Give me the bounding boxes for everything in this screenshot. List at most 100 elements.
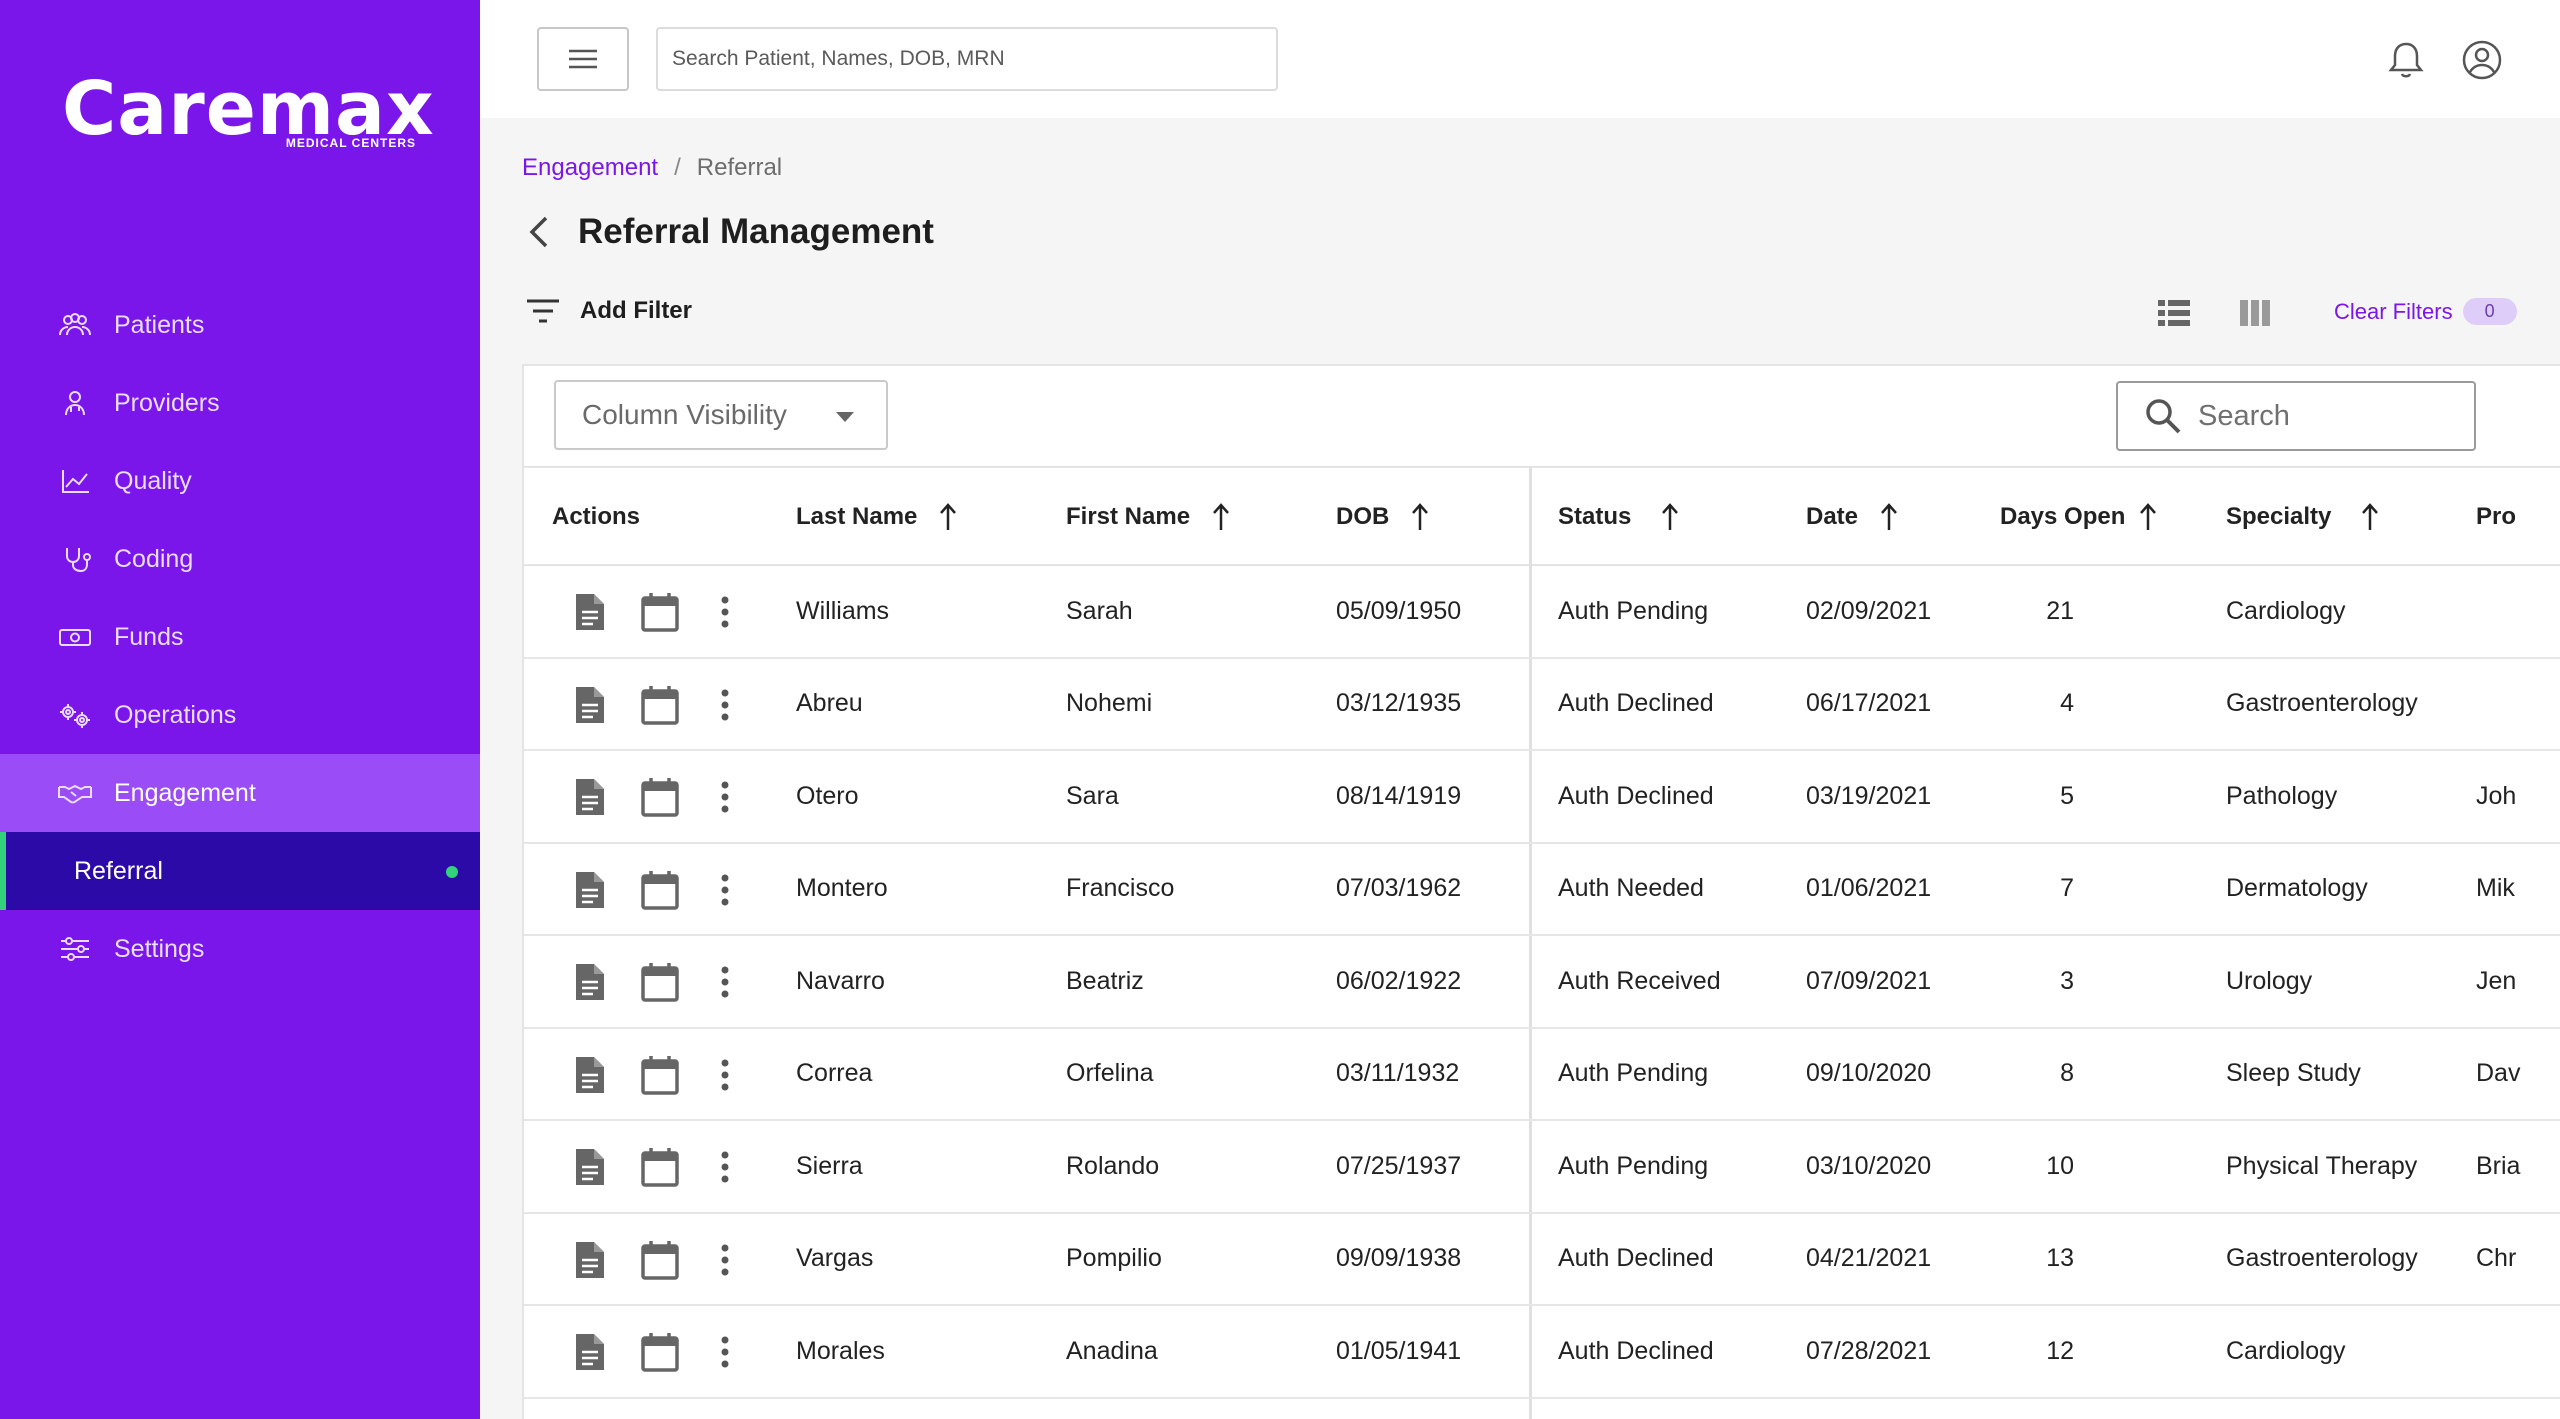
cell-status: Auth Received: [1558, 966, 1721, 995]
document-icon[interactable]: [572, 1240, 606, 1280]
document-icon[interactable]: [572, 685, 606, 725]
sort-ascending-icon[interactable]: [1661, 502, 1679, 532]
calendar-icon[interactable]: [640, 1055, 680, 1095]
cell-specialty: Gastroenterology: [2226, 689, 2418, 717]
gears-icon: [56, 700, 94, 730]
sidebar-item-patients[interactable]: Patients: [0, 286, 480, 364]
account-icon[interactable]: [2460, 38, 2504, 82]
active-indicator-dot: [446, 866, 458, 878]
table-row[interactable]: Correa Orfelina 03/11/1932 Auth Pending 09/1…: [524, 1029, 2560, 1121]
column-header-dob[interactable]: DOB: [1336, 468, 1429, 566]
cell-status: Auth Pending: [1558, 1059, 1709, 1087]
document-icon[interactable]: [572, 592, 606, 632]
column-header-first-name[interactable]: First Name: [1066, 468, 1230, 566]
table-search-input[interactable]: [2198, 399, 2438, 433]
cell-specialty: Sleep Study: [2226, 1059, 2361, 1087]
sort-ascending-icon[interactable]: [1411, 502, 1429, 532]
sidebar-item-quality[interactable]: Quality: [0, 442, 480, 520]
more-vertical-icon[interactable]: [718, 1147, 732, 1187]
cell-first-name: Beatriz: [1066, 966, 1144, 995]
more-vertical-icon[interactable]: [718, 685, 732, 725]
cell-provider: Dav: [2476, 1059, 2521, 1087]
cell-days-open: 5: [2060, 781, 2074, 810]
document-icon[interactable]: [572, 777, 606, 817]
table-row[interactable]: Vargas Pompilio 09/09/1938 Auth Declined 04/…: [524, 1214, 2560, 1306]
table-row[interactable]: Abreu Nohemi 03/12/1935 Auth Declined 06/17/…: [524, 659, 2560, 751]
more-vertical-icon[interactable]: [718, 870, 732, 910]
more-vertical-icon[interactable]: [718, 1332, 732, 1372]
sidebar-subitem-label: Referral: [74, 856, 163, 885]
bell-icon[interactable]: [2384, 38, 2428, 82]
table-header-row: Actions Last Name First Name DOB Status …: [524, 466, 2560, 566]
more-vertical-icon[interactable]: [718, 962, 732, 1002]
column-view-icon[interactable]: [2238, 296, 2272, 330]
sort-ascending-icon[interactable]: [2139, 502, 2157, 532]
calendar-icon[interactable]: [640, 592, 680, 632]
cell-date: 03/19/2021: [1806, 781, 1932, 810]
document-icon[interactable]: [572, 870, 606, 910]
document-icon[interactable]: [572, 962, 606, 1002]
sort-ascending-icon[interactable]: [1212, 502, 1230, 532]
sort-ascending-icon[interactable]: [2361, 502, 2379, 532]
column-header-specialty[interactable]: Specialty: [2226, 468, 2379, 566]
add-filter-button[interactable]: Add Filter: [524, 296, 692, 326]
table-row[interactable]: Otero Sara 08/14/1919 Auth Declined 03/19/20…: [524, 751, 2560, 844]
table-search-box: [2116, 381, 2476, 451]
sort-ascending-icon[interactable]: [939, 502, 957, 532]
cell-last-name: Abreu: [796, 689, 863, 717]
column-header-last-name[interactable]: Last Name: [796, 468, 957, 566]
cell-first-name: Francisco: [1066, 874, 1175, 902]
sidebar-item-operations[interactable]: Operations: [0, 676, 480, 754]
handshake-icon: [56, 778, 94, 808]
column-visibility-select[interactable]: Column Visibility: [554, 380, 888, 450]
document-icon[interactable]: [572, 1147, 606, 1187]
cell-dob: 07/03/1962: [1336, 874, 1462, 902]
document-icon[interactable]: [572, 1055, 606, 1095]
sidebar-subitem-referral[interactable]: Referral: [0, 832, 480, 910]
list-view-icon[interactable]: [2156, 296, 2192, 330]
cell-status: Auth Pending: [1558, 1151, 1709, 1180]
back-arrow-icon[interactable]: [522, 210, 556, 254]
cell-status: Auth Pending: [1558, 596, 1709, 625]
calendar-icon[interactable]: [640, 962, 680, 1002]
calendar-icon[interactable]: [640, 870, 680, 910]
sort-ascending-icon[interactable]: [1880, 502, 1898, 532]
more-vertical-icon[interactable]: [718, 1240, 732, 1280]
cell-first-name: Anadina: [1066, 1336, 1158, 1365]
table-row[interactable]: Morales Anadina 01/05/1941 Auth Declined 07/…: [524, 1306, 2560, 1399]
cell-provider: Chr: [2476, 1244, 2517, 1272]
more-vertical-icon[interactable]: [718, 1055, 732, 1095]
column-header-date[interactable]: Date: [1806, 468, 1898, 566]
cell-date: 01/06/2021: [1806, 874, 1932, 902]
column-header-provider[interactable]: Pro: [2476, 468, 2516, 566]
sidebar-item-funds[interactable]: Funds: [0, 598, 480, 676]
calendar-icon[interactable]: [640, 685, 680, 725]
breadcrumb-engagement-link[interactable]: Engagement: [522, 154, 658, 182]
sidebar-item-settings[interactable]: Settings: [0, 910, 480, 988]
table-row[interactable]: Sierra Rolando 07/25/1937 Auth Pending 03/10…: [524, 1121, 2560, 1214]
hamburger-menu-button[interactable]: [537, 27, 629, 91]
more-vertical-icon[interactable]: [718, 592, 732, 632]
cell-specialty: Cardiology: [2226, 1336, 2346, 1365]
sidebar-item-engagement[interactable]: Engagement: [0, 754, 480, 832]
clear-filters-button[interactable]: Clear Filters 0: [2334, 298, 2517, 325]
calendar-icon[interactable]: [640, 1147, 680, 1187]
calendar-icon[interactable]: [640, 1240, 680, 1280]
patient-search-input[interactable]: [656, 27, 1278, 91]
column-header-status[interactable]: Status: [1558, 468, 1679, 566]
sliders-icon: [56, 934, 94, 964]
cell-provider: Joh: [2476, 781, 2517, 810]
table-row[interactable]: Williams Sarah 05/09/1950 Auth Pending 02/09…: [524, 566, 2560, 659]
column-header-days-open[interactable]: Days Open: [2000, 468, 2157, 566]
filter-count-badge: 0: [2462, 298, 2517, 325]
table-row[interactable]: Montero Francisco 07/03/1962 Auth Needed 01/…: [524, 844, 2560, 936]
cell-specialty: Urology: [2226, 966, 2313, 995]
sidebar-item-coding[interactable]: Coding: [0, 520, 480, 598]
calendar-icon[interactable]: [640, 777, 680, 817]
table-row[interactable]: Navarro Beatriz 06/02/1922 Auth Received 07/…: [524, 936, 2560, 1029]
caremax-logo[interactable]: Caremax MEDICAL CENTERS: [62, 66, 434, 166]
more-vertical-icon[interactable]: [718, 777, 732, 817]
document-icon[interactable]: [572, 1332, 606, 1372]
calendar-icon[interactable]: [640, 1332, 680, 1372]
sidebar-item-providers[interactable]: Providers: [0, 364, 480, 442]
